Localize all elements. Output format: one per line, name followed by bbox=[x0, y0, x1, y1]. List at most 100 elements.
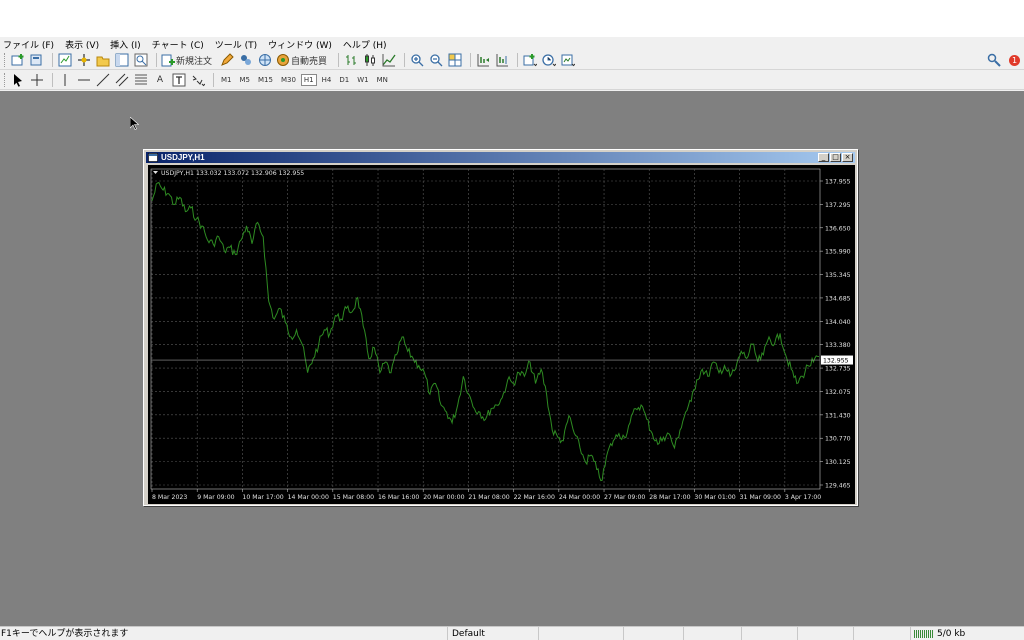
minimize-button[interactable]: _ bbox=[818, 153, 829, 162]
text-label-icon[interactable] bbox=[171, 72, 187, 88]
toolbar-separator bbox=[52, 73, 53, 87]
chart-window-icon bbox=[148, 153, 158, 162]
timeframe-m5[interactable]: M5 bbox=[237, 74, 254, 86]
new-order-label: 新規注文 bbox=[176, 56, 213, 67]
new-order-button[interactable]: 新規注文 bbox=[161, 52, 216, 68]
y-tick-label: 132.075 bbox=[825, 389, 851, 396]
search-icon[interactable] bbox=[986, 52, 1002, 68]
plot-frame bbox=[150, 168, 821, 490]
price-chart[interactable]: 137.955 137.295 136.650 135.990 135.345 134.6… bbox=[148, 165, 855, 504]
text-tool-icon[interactable]: A bbox=[152, 72, 168, 88]
metaeditor-icon[interactable] bbox=[219, 52, 235, 68]
menu-window[interactable]: ウィンドウ (W) bbox=[268, 38, 332, 51]
candlestick-icon[interactable] bbox=[362, 52, 378, 68]
chart-info-dropdown-icon bbox=[153, 171, 158, 174]
notifications-icon[interactable]: 1 bbox=[1005, 54, 1020, 66]
y-tick-label: 130.125 bbox=[825, 459, 851, 466]
timeframe-m30[interactable]: M30 bbox=[278, 74, 299, 86]
toolbar-right-group: 1 bbox=[986, 52, 1020, 68]
menu-help[interactable]: ヘルプ (H) bbox=[343, 38, 387, 51]
x-tick-label: 16 Mar 16:00 bbox=[378, 494, 419, 501]
menu-file[interactable]: ファイル (F) bbox=[3, 38, 54, 51]
price-chart-svg: 137.955 137.295 136.650 135.990 135.345 134.6… bbox=[150, 168, 853, 501]
y-tick-label: 133.380 bbox=[825, 342, 851, 349]
status-bar: F1キーでヘルプが表示されます Default 5/0 kb bbox=[0, 626, 1024, 640]
templates-dropdown-icon[interactable] bbox=[560, 52, 576, 68]
timeframe-m15[interactable]: M15 bbox=[255, 74, 276, 86]
navigator-icon[interactable] bbox=[76, 52, 92, 68]
x-tick-label: 20 Mar 00:00 bbox=[423, 494, 464, 501]
vertical-line-icon[interactable] bbox=[57, 72, 73, 88]
x-tick-label: 3 Apr 17:00 bbox=[785, 494, 821, 501]
y-tick-label: 130.770 bbox=[825, 436, 851, 443]
auto-trading-button[interactable]: 自動売買 bbox=[276, 52, 331, 68]
chart-window[interactable]: USDJPY,H1 _ □ × 137.955 137.295 136.650 135… bbox=[143, 149, 858, 506]
new-chart-icon[interactable] bbox=[10, 52, 26, 68]
toolbar-grip[interactable] bbox=[4, 53, 7, 67]
chart-window-titlebar[interactable]: USDJPY,H1 _ □ × bbox=[146, 152, 855, 163]
y-tick-label: 134.040 bbox=[825, 319, 851, 326]
menu-tools[interactable]: ツール (T) bbox=[215, 38, 257, 51]
periods-dropdown-icon[interactable] bbox=[541, 52, 557, 68]
autoscroll-icon[interactable] bbox=[475, 52, 491, 68]
toolbar-grip[interactable] bbox=[4, 73, 7, 87]
x-tick-label: 8 Mar 2023 bbox=[152, 494, 187, 501]
toolbar-separator bbox=[470, 53, 472, 67]
standard-toolbar: 新規注文 自動売買 1 bbox=[0, 51, 1024, 70]
chart-shift-icon[interactable] bbox=[494, 52, 510, 68]
x-tick-label: 21 Mar 08:00 bbox=[468, 494, 509, 501]
status-divider bbox=[623, 627, 624, 640]
price-series-line bbox=[151, 181, 820, 482]
market-icon[interactable] bbox=[257, 52, 273, 68]
x-tick-label: 14 Mar 00:00 bbox=[288, 494, 329, 501]
menu-view[interactable]: 表示 (V) bbox=[65, 38, 99, 51]
horizontal-line-icon[interactable] bbox=[76, 72, 92, 88]
x-tick-label: 31 Mar 09:00 bbox=[740, 494, 781, 501]
crosshair-icon[interactable] bbox=[29, 72, 45, 88]
y-tick-label: 137.295 bbox=[825, 202, 851, 209]
status-divider bbox=[538, 627, 539, 640]
timeframe-d1[interactable]: D1 bbox=[336, 74, 352, 86]
zoom-in-icon[interactable] bbox=[409, 52, 425, 68]
menu-chart[interactable]: チャート (C) bbox=[152, 38, 204, 51]
fibonacci-icon[interactable] bbox=[133, 72, 149, 88]
indicators-dropdown-icon[interactable] bbox=[522, 52, 538, 68]
connection-bars-icon bbox=[914, 630, 934, 638]
x-tick-label: 27 Mar 09:00 bbox=[604, 494, 645, 501]
maximize-button[interactable]: □ bbox=[830, 153, 841, 162]
arrows-dropdown-icon[interactable] bbox=[190, 72, 206, 88]
close-button[interactable]: × bbox=[842, 153, 853, 162]
menu-insert[interactable]: 挿入 (I) bbox=[110, 38, 141, 51]
chart-window-title: USDJPY,H1 bbox=[161, 153, 205, 162]
status-connection[interactable]: 5/0 kb bbox=[910, 627, 965, 640]
equidistant-channel-icon[interactable] bbox=[114, 72, 130, 88]
strategy-tester-icon[interactable] bbox=[133, 52, 149, 68]
timeframe-h1[interactable]: H1 bbox=[300, 74, 317, 86]
status-help-text: F1キーでヘルプが表示されます bbox=[1, 629, 129, 639]
x-tick-label: 30 Mar 01:00 bbox=[694, 494, 735, 501]
y-tick-label: 135.990 bbox=[825, 249, 851, 256]
timeframe-h4[interactable]: H4 bbox=[319, 74, 335, 86]
chart-workspace[interactable]: USDJPY,H1 _ □ × 137.955 137.295 136.650 135… bbox=[0, 91, 1024, 626]
cursor-tool-icon[interactable] bbox=[10, 72, 26, 88]
terminal-panel-icon[interactable] bbox=[114, 52, 130, 68]
market-watch-icon[interactable] bbox=[57, 52, 73, 68]
trendline-icon[interactable] bbox=[95, 72, 111, 88]
bar-chart-icon[interactable] bbox=[343, 52, 359, 68]
zoom-out-icon[interactable] bbox=[428, 52, 444, 68]
timeframe-w1[interactable]: W1 bbox=[354, 74, 371, 86]
signals-icon[interactable] bbox=[238, 52, 254, 68]
status-divider bbox=[741, 627, 742, 640]
tile-windows-icon[interactable] bbox=[447, 52, 463, 68]
window-controls: _ □ × bbox=[817, 153, 853, 162]
data-window-icon[interactable] bbox=[95, 52, 111, 68]
timeframe-m1[interactable]: M1 bbox=[218, 74, 235, 86]
profiles-icon[interactable] bbox=[29, 52, 45, 68]
y-tick-label: 137.955 bbox=[825, 179, 851, 186]
status-profile[interactable]: Default bbox=[447, 627, 485, 640]
toolbar-separator bbox=[52, 53, 53, 67]
line-chart-icon[interactable] bbox=[381, 52, 397, 68]
timeframe-mn[interactable]: MN bbox=[374, 74, 391, 86]
status-traffic: 5/0 kb bbox=[937, 629, 966, 639]
x-tick-label: 24 Mar 00:00 bbox=[559, 494, 600, 501]
